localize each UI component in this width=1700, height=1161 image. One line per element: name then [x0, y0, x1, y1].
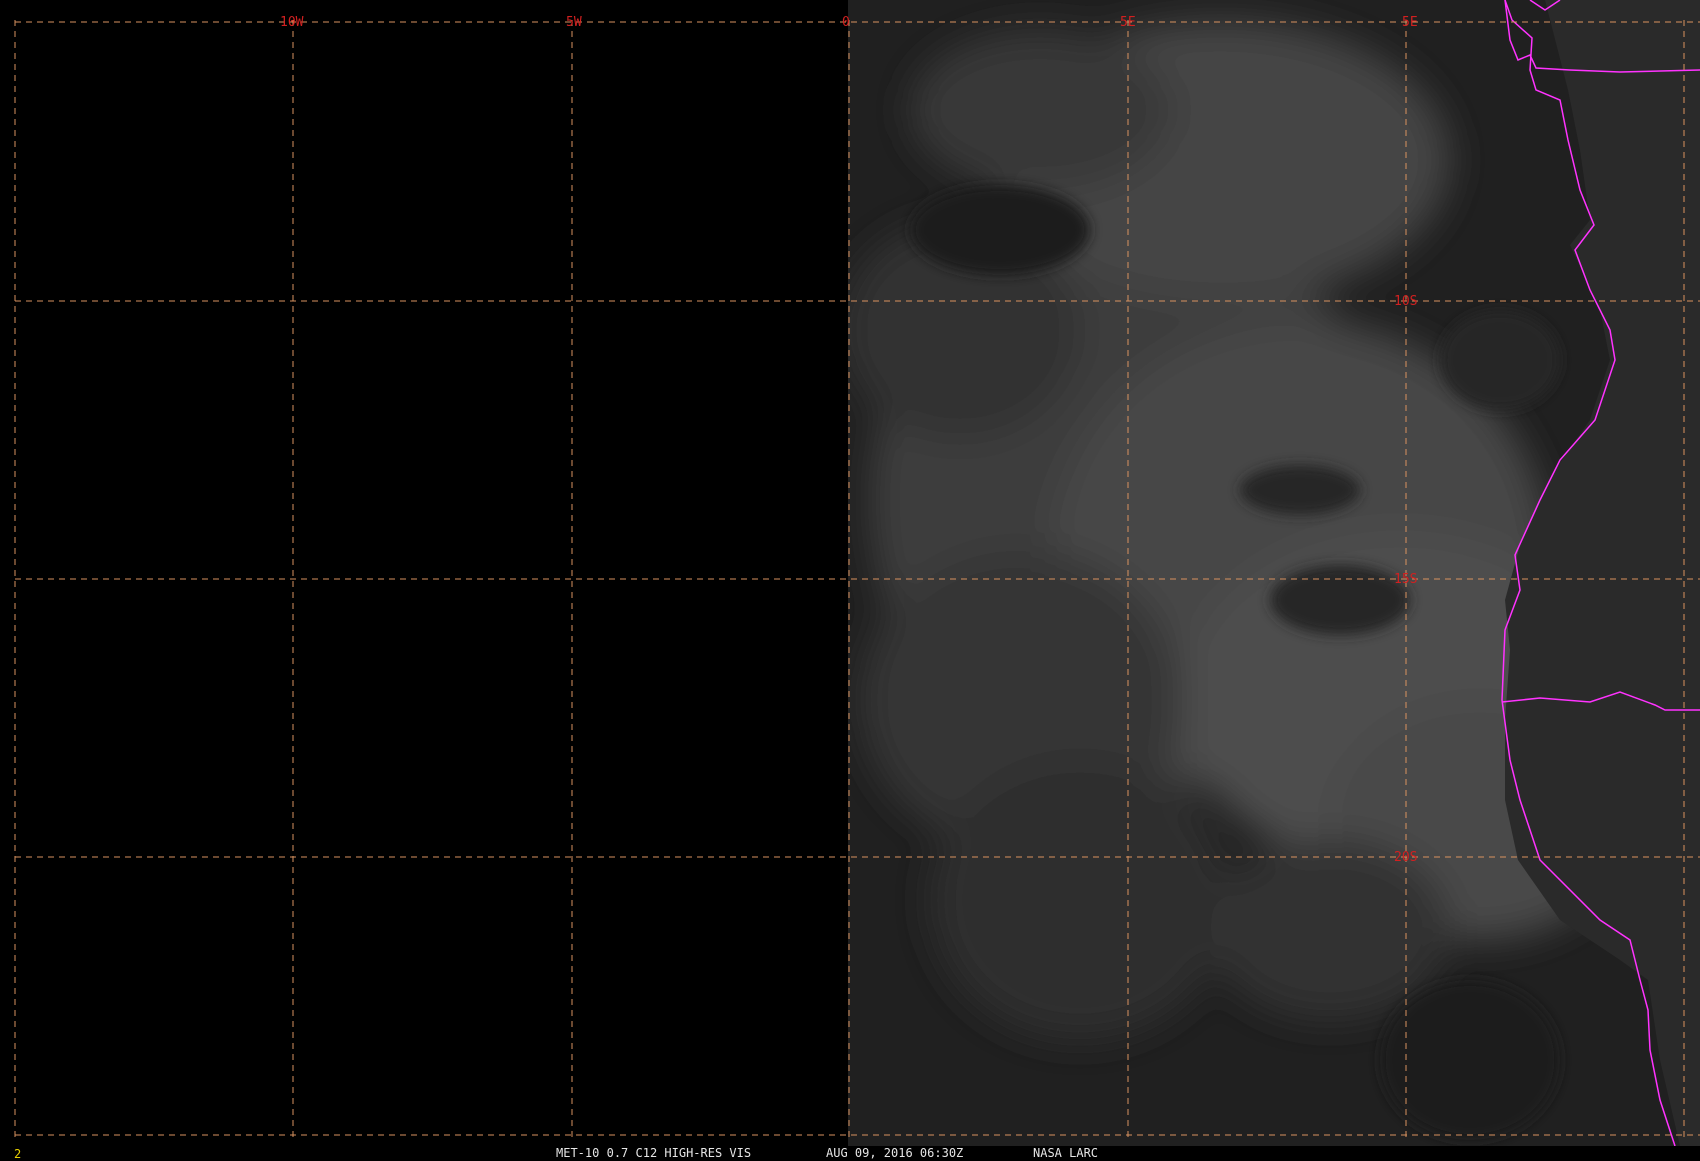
longitude-label: 5W	[566, 15, 582, 30]
satellite-name: MET-10	[556, 1146, 600, 1160]
longitude-label: 5E	[1120, 15, 1136, 30]
longitude-label: 0	[842, 15, 850, 30]
image-datetime: AUG 09, 2016 06:30Z	[826, 1146, 964, 1160]
longitude-label: 5E	[1402, 15, 1418, 30]
latitude-label: 20S	[1394, 850, 1417, 865]
latitude-label: 10S	[1394, 294, 1417, 309]
satellite-image: 10W 5W 0 5E 5E 10S 15S 20S	[0, 0, 1700, 1147]
frame-number: 2	[14, 1147, 22, 1161]
channel-name: 0.7 C12 HIGH-RES VIS	[606, 1146, 752, 1160]
image-credit: NASA LARC	[1033, 1146, 1099, 1160]
satellite-channel-label: MET-10 0.7 C12 HIGH-RES VIS	[556, 1146, 751, 1160]
latitude-label: 15S	[1394, 572, 1417, 587]
longitude-label: 10W	[280, 15, 304, 30]
satellite-image-viewer[interactable]: 10W 5W 0 5E 5E 10S 15S 20S 2 MET-10 0.7 …	[0, 0, 1700, 1161]
visible-imagery	[848, 0, 1700, 1146]
